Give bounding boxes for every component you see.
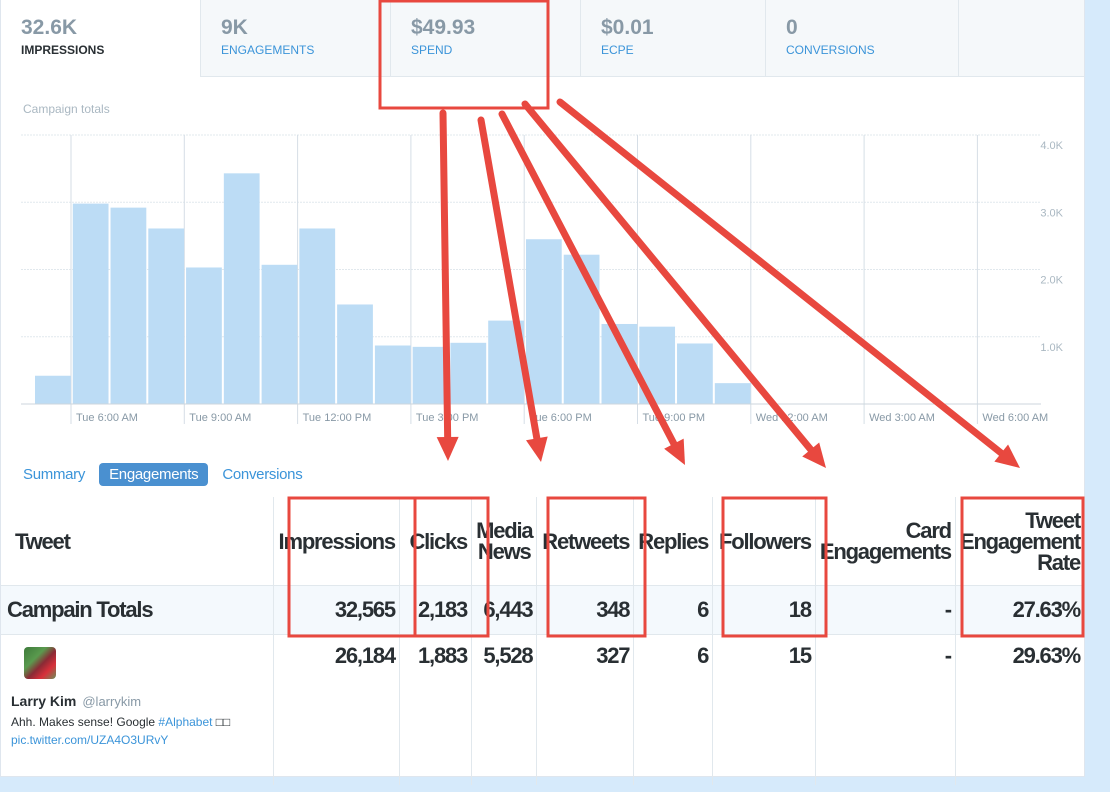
chart-bar xyxy=(35,375,71,404)
table-header-row: Tweet Impressions Clicks Media News Retwe… xyxy=(1,497,1084,586)
totals-label: Campain Totals xyxy=(1,585,274,635)
impressions-label: IMPRESSIONS xyxy=(21,43,105,57)
metric-tabs: 32.6K IMPRESSIONS 9K ENGAGEMENTS $49.93 … xyxy=(1,0,1084,77)
tab-empty xyxy=(959,0,1084,77)
row-media-news: 5,528 xyxy=(471,634,537,785)
chart-bar xyxy=(488,320,524,404)
totals-engagement-rate: 27.63% xyxy=(954,585,1084,635)
header-impressions[interactable]: Impressions xyxy=(273,497,400,586)
tab-impressions[interactable]: 32.6K IMPRESSIONS xyxy=(1,0,201,77)
chart-bar xyxy=(412,346,449,404)
row-clicks: 1,883 xyxy=(398,634,472,785)
spend-label: SPEND xyxy=(411,43,453,57)
user-handle: @larrykim xyxy=(82,694,142,709)
chart-bar xyxy=(337,304,373,404)
row-card-engagements: - xyxy=(814,634,956,785)
totals-replies: 6 xyxy=(633,585,713,635)
chart-bar xyxy=(148,228,185,404)
table-row: Larry Kim @larrykim Ahh. Makes sense! Goo… xyxy=(1,634,1084,786)
tweet-text: Ahh. Makes sense! Google #Alphabet □□ xyxy=(11,715,273,729)
subtab-engagements[interactable]: Engagements xyxy=(99,463,209,486)
chart-bar xyxy=(72,203,109,404)
chart-bar xyxy=(677,343,713,404)
tab-engagements[interactable]: 9K ENGAGEMENTS xyxy=(201,0,391,77)
header-tweet-engagement-rate[interactable]: Tweet Engagement Rate xyxy=(954,497,1084,586)
chart-bar xyxy=(299,228,336,404)
header-media-news[interactable]: Media News xyxy=(471,497,537,586)
chart-bar xyxy=(639,326,676,404)
x-tick-label: Wed 6:00 AM xyxy=(982,412,1048,424)
engagements-table: Tweet Impressions Clicks Media News Retwe… xyxy=(1,497,1084,785)
totals-retweets: 348 xyxy=(536,585,634,635)
chart-bar xyxy=(601,323,638,404)
totals-card-engagements: - xyxy=(814,585,956,635)
tab-ecpe[interactable]: $0.01 ECPE xyxy=(581,0,766,77)
x-tick-label: Tue 9:00 AM xyxy=(189,412,251,424)
engagements-label: ENGAGEMENTS xyxy=(221,43,315,57)
y-tick-label: 4.0K xyxy=(1040,140,1063,152)
user-name: Larry Kim xyxy=(11,693,77,709)
chart-bar xyxy=(223,173,260,404)
chart-bar xyxy=(525,239,562,404)
header-retweets[interactable]: Retweets xyxy=(536,497,634,586)
campaign-panel: 32.6K IMPRESSIONS 9K ENGAGEMENTS $49.93 … xyxy=(0,0,1085,785)
emoji-glyphs: □□ xyxy=(212,715,231,729)
conversions-value: 0 xyxy=(786,16,798,39)
chart-bar xyxy=(110,207,147,404)
avatar[interactable] xyxy=(24,647,56,679)
y-tick-label: 3.0K xyxy=(1040,207,1063,219)
engagements-value: 9K xyxy=(221,16,248,39)
x-tick-label: Tue 12:00 PM xyxy=(303,412,372,424)
subtab-summary[interactable]: Summary xyxy=(23,464,95,485)
tab-spend[interactable]: $49.93 SPEND xyxy=(391,0,581,77)
conversions-label: CONVERSIONS xyxy=(786,43,875,57)
impressions-value: 32.6K xyxy=(21,16,78,39)
impressions-chart: 1.0K 2.0K 3.0K 4.0K Tue 6:00 AM Tue 9:00 AM Tu… xyxy=(21,134,1064,424)
subtab-conversions[interactable]: Conversions xyxy=(212,464,312,485)
sub-tabs: Summary Engagements Conversions xyxy=(23,463,312,486)
totals-row: Campain Totals 32,565 2,183 6,443 348 6 … xyxy=(1,585,1084,635)
x-tick-label: Wed 12:00 AM xyxy=(756,412,828,424)
x-tick-label: Tue 3:00 PM xyxy=(416,412,479,424)
chart-title: Campaign totals xyxy=(23,102,110,116)
tweet-media-link[interactable]: pic.twitter.com/UZA4O3URvY xyxy=(11,733,273,747)
row-retweets: 327 xyxy=(536,634,634,785)
ecpe-label: ECPE xyxy=(601,43,634,57)
tweet-author[interactable]: Larry Kim @larrykim xyxy=(11,693,273,709)
spend-value: $49.93 xyxy=(411,16,476,39)
tweet-body: Ahh. Makes sense! Google xyxy=(11,715,159,729)
header-followers[interactable]: Followers xyxy=(712,497,816,586)
totals-clicks: 2,183 xyxy=(398,585,472,635)
totals-followers: 18 xyxy=(712,585,816,635)
x-tick-label: Wed 3:00 AM xyxy=(869,412,935,424)
header-tweet[interactable]: Tweet xyxy=(1,497,274,586)
row-engagement-rate: 29.63% xyxy=(954,634,1084,785)
row-impressions: 26,184 xyxy=(273,634,400,785)
totals-media-news: 6,443 xyxy=(471,585,537,635)
tweet-cell: Larry Kim @larrykim Ahh. Makes sense! Goo… xyxy=(1,635,274,786)
x-tick-label: Tue 6:00 AM xyxy=(76,412,138,424)
header-card-engagements[interactable]: Card Engagements xyxy=(814,497,956,586)
chart-bar xyxy=(714,383,751,404)
y-tick-label: 1.0K xyxy=(1040,342,1063,354)
x-tick-label: Tue 6:00 PM xyxy=(529,412,592,424)
tab-conversions[interactable]: 0 CONVERSIONS xyxy=(766,0,959,77)
y-tick-label: 2.0K xyxy=(1040,275,1063,287)
ecpe-value: $0.01 xyxy=(601,16,654,39)
hashtag-link[interactable]: #Alphabet xyxy=(158,715,212,729)
chart-bar xyxy=(563,254,600,404)
chart-bar xyxy=(374,345,411,404)
chart-bar xyxy=(450,342,487,404)
chart-bar xyxy=(186,267,222,404)
header-clicks[interactable]: Clicks xyxy=(398,497,472,586)
header-replies[interactable]: Replies xyxy=(633,497,713,586)
row-replies: 6 xyxy=(633,634,713,785)
row-followers: 15 xyxy=(712,634,816,785)
x-tick-label: Tue 9:00 PM xyxy=(643,412,706,424)
totals-impressions: 32,565 xyxy=(273,585,400,635)
chart-bar xyxy=(261,264,298,404)
